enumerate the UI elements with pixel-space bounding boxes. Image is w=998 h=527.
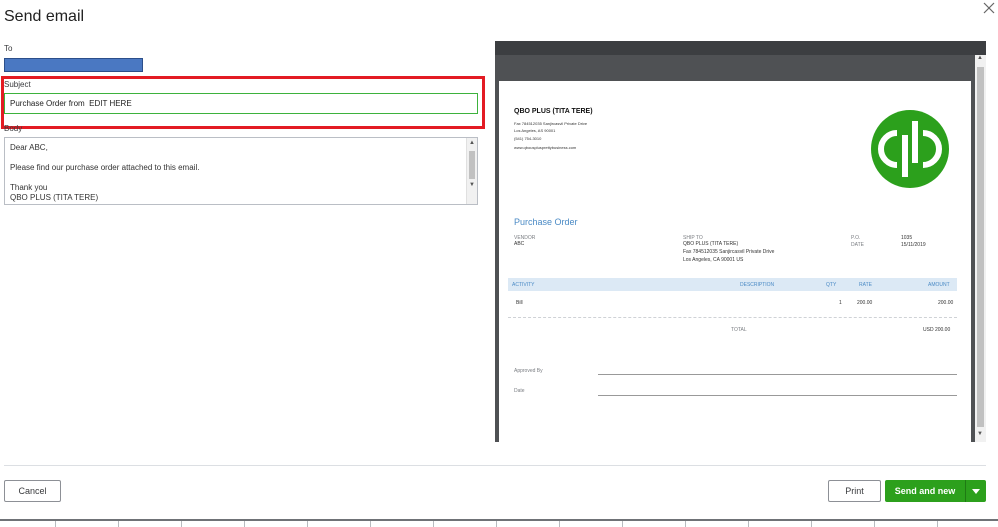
- scroll-down-icon[interactable]: ▼: [469, 182, 475, 188]
- body-text: Dear ABC, Please find our purchase order…: [10, 143, 200, 202]
- dialog-title: Send email: [4, 8, 85, 25]
- send-options-dropdown[interactable]: [965, 480, 986, 502]
- line-item-amount: 200.00: [938, 300, 954, 306]
- bottom-bar: [0, 519, 998, 527]
- line-items-header: ACTIVITY DESCRIPTION QTY RATE AMOUNT: [508, 278, 957, 291]
- close-icon[interactable]: [982, 1, 996, 15]
- preview-scrollbar[interactable]: ▲ ▼: [975, 55, 986, 442]
- po-label: P.O.: [851, 235, 861, 241]
- company-name: QBO PLUS (TITA TERE): [514, 108, 593, 115]
- line-item-activity: Bill: [516, 300, 523, 306]
- footer-divider: [4, 465, 986, 466]
- to-label: To: [4, 44, 13, 53]
- to-field[interactable]: [4, 58, 143, 72]
- body-label: Body: [4, 124, 23, 133]
- col-qty: QTY: [826, 282, 837, 288]
- col-amount: AMOUNT: [928, 282, 950, 288]
- date-value: 15/11/2019: [901, 242, 926, 248]
- date-sign-label: Date: [514, 388, 525, 394]
- cancel-button[interactable]: Cancel: [4, 480, 61, 502]
- send-and-new-button[interactable]: Send and new: [885, 480, 965, 502]
- body-textarea[interactable]: Dear ABC, Please find our purchase order…: [4, 137, 478, 205]
- ship-to-address: Fax 784512035 Sanjircasvil Private Drive: [683, 249, 775, 255]
- caret-down-icon: [972, 489, 980, 494]
- scroll-down-icon[interactable]: ▼: [977, 431, 983, 437]
- col-rate: RATE: [859, 282, 872, 288]
- scroll-up-icon[interactable]: ▲: [469, 140, 475, 146]
- document-title: Purchase Order: [514, 217, 578, 227]
- body-scrollbar[interactable]: ▲ ▼: [466, 138, 477, 204]
- ship-to-name: QBO PLUS (TITA TERE): [683, 241, 739, 247]
- company-address: Fax 784512035 Sanjircasvil Private Drive: [514, 121, 588, 126]
- vendor-value: ABC: [514, 241, 525, 247]
- company-web: www.qbousplusprettybusiness.com: [514, 145, 577, 150]
- preview-page: QBO PLUS (TITA TERE) Fax 784512035 Sanji…: [499, 81, 971, 442]
- body-scroll-thumb[interactable]: [469, 151, 475, 179]
- line-item-rate: 200.00: [857, 300, 873, 306]
- company-phone: (541) 754-3010: [514, 136, 542, 141]
- col-activity: ACTIVITY: [512, 282, 535, 288]
- date-sign-line: [598, 395, 957, 396]
- approved-by-line: [598, 374, 957, 375]
- total-label: TOTAL: [731, 327, 747, 333]
- subject-input[interactable]: [4, 93, 478, 114]
- approved-by-label: Approved By: [514, 368, 543, 374]
- company-city: Los Angeles, AS 90001: [514, 128, 556, 133]
- preview-scroll-thumb[interactable]: [977, 67, 984, 427]
- scroll-up-icon[interactable]: ▲: [977, 55, 983, 61]
- po-value: 1035: [901, 235, 913, 241]
- ship-to-city: Los Angeles, CA 90001 US: [683, 257, 744, 263]
- col-description: DESCRIPTION: [740, 282, 775, 288]
- quickbooks-logo-icon: [871, 110, 949, 188]
- total-value: USD 200.00: [923, 327, 951, 333]
- preview-toolbar: [495, 41, 986, 55]
- line-items-divider: [508, 317, 957, 318]
- pdf-preview: QBO PLUS (TITA TERE) Fax 784512035 Sanji…: [495, 41, 986, 442]
- line-item-qty: 1: [839, 300, 842, 306]
- date-label: DATE: [851, 242, 864, 248]
- subject-label: Subject: [4, 80, 31, 89]
- print-button[interactable]: Print: [828, 480, 881, 502]
